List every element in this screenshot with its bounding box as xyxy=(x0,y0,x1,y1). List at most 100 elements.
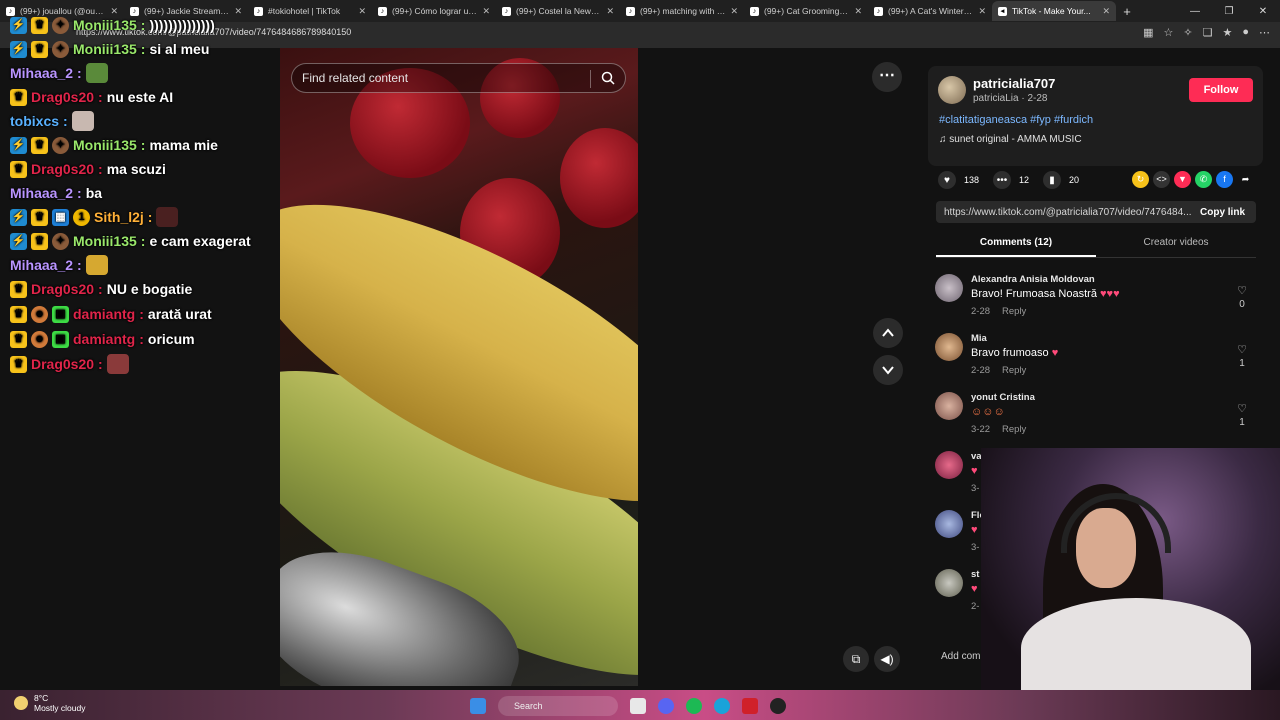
browser-tab[interactable]: ♪ (99+) A Cat's Winter Ad... ✕ xyxy=(868,1,992,21)
crown-badge-icon: ♛ xyxy=(31,208,48,226)
miniplayer-button[interactable]: ⧉ xyxy=(843,646,869,672)
close-icon[interactable]: ✕ xyxy=(482,6,490,17)
chat-username[interactable]: Drag0s20 xyxy=(31,161,94,177)
comment-like-button[interactable]: ♡ 1 xyxy=(1237,343,1247,369)
comment-item: Mia Bravo frumoaso ♥ 2-28 Reply ♡ 1 xyxy=(935,331,1255,387)
chat-username[interactable]: Mihaaa_2 xyxy=(10,185,73,201)
more-options-button[interactable]: ⋯ xyxy=(872,62,902,92)
comment-author[interactable]: st xyxy=(971,569,979,580)
comment-author[interactable]: Mia xyxy=(971,333,987,344)
favorite-star-icon[interactable]: ☆ xyxy=(1164,26,1174,39)
minimize-icon[interactable]: — xyxy=(1178,6,1212,17)
like-button[interactable]: ♥ 138 xyxy=(938,171,979,189)
close-icon[interactable]: ✕ xyxy=(730,6,738,17)
close-icon[interactable]: ✕ xyxy=(854,6,862,17)
reply-button[interactable]: Reply xyxy=(1002,424,1026,435)
chat-username[interactable]: Drag0s20 xyxy=(31,89,94,105)
post-hashtags[interactable]: #clatitatiganeasca #fyp #furdich xyxy=(939,114,1093,126)
chat-username[interactable]: Drag0s20 xyxy=(31,356,94,372)
comment-button[interactable]: ••• 12 xyxy=(993,171,1029,189)
chat-username[interactable]: Sith_l2j xyxy=(94,209,144,225)
discord-icon[interactable] xyxy=(658,698,674,714)
video-player[interactable] xyxy=(280,48,638,686)
post-sound[interactable]: ♫ sunet original - AMMA MUSIC xyxy=(939,134,1082,145)
new-tab-button[interactable]: + xyxy=(1116,4,1138,19)
volume-button[interactable]: ◀) xyxy=(874,646,900,672)
file-explorer-icon[interactable] xyxy=(630,698,646,714)
whatsapp-icon[interactable]: ✆ xyxy=(1195,171,1212,188)
chat-username[interactable]: tobixcs xyxy=(10,113,59,129)
extensions-icon[interactable]: ✧ xyxy=(1183,26,1192,39)
chat-username[interactable]: damiantg xyxy=(73,306,135,322)
comment-author[interactable]: Alexandra Anisia Moldovan xyxy=(971,274,1095,285)
share-icons: ↻ <> ▼ ✆ f ➦ xyxy=(1132,171,1254,188)
avatar[interactable] xyxy=(935,510,963,538)
maximize-icon[interactable]: ❐ xyxy=(1212,6,1246,17)
chat-username[interactable]: Mihaaa_2 xyxy=(10,65,73,81)
crown-badge-icon: ♛ xyxy=(31,136,48,154)
comment-meta: 2-28 Reply xyxy=(971,306,1027,317)
facebook-icon[interactable]: f xyxy=(1216,171,1233,188)
browser-tab[interactable]: ♪ (99+) Cómo lograr una... ✕ xyxy=(372,1,496,21)
read-mode-icon[interactable]: ▦ xyxy=(1143,26,1153,39)
send-icon[interactable]: ▼ xyxy=(1174,171,1191,188)
menu-icon[interactable]: ⋯ xyxy=(1259,26,1270,39)
avatar[interactable] xyxy=(938,76,966,104)
collections-icon[interactable]: ❏ xyxy=(1203,26,1213,39)
repost-icon[interactable]: ↻ xyxy=(1132,171,1149,188)
comment-author[interactable]: va xyxy=(971,451,982,462)
spotify-icon[interactable] xyxy=(686,698,702,714)
copy-link-button[interactable]: Copy link xyxy=(1192,207,1245,218)
chat-username[interactable]: Moniii135 xyxy=(73,17,137,33)
previous-video-button[interactable] xyxy=(873,318,903,348)
close-window-icon[interactable]: ✕ xyxy=(1246,6,1280,17)
favorites-icon[interactable]: ★ xyxy=(1222,26,1232,39)
follow-button[interactable]: Follow xyxy=(1189,78,1253,102)
comment-like-button[interactable]: ♡ 1 xyxy=(1237,402,1247,428)
browser-tab[interactable]: ♪(99+) Costel la New Rai...✕ xyxy=(496,1,620,21)
chat-username[interactable]: Mihaaa_2 xyxy=(10,257,73,273)
avatar[interactable] xyxy=(935,451,963,479)
search-icon[interactable] xyxy=(601,71,615,85)
share-arrow-icon[interactable]: ➦ xyxy=(1237,171,1254,188)
chat-username[interactable]: damiantg xyxy=(73,331,135,347)
next-video-button[interactable] xyxy=(873,355,903,385)
avatar[interactable] xyxy=(935,569,963,597)
vip-badge-icon: ⚡ xyxy=(10,208,27,226)
chat-username[interactable]: Moniii135 xyxy=(73,41,137,57)
weather-widget[interactable]: 8°C Mostly cloudy xyxy=(14,693,86,713)
save-button[interactable]: ▮ 20 xyxy=(1043,171,1079,189)
close-icon[interactable]: ✕ xyxy=(1102,6,1110,17)
app-icon[interactable] xyxy=(742,698,758,714)
comment-like-button[interactable]: ♡ 0 xyxy=(1237,284,1247,310)
chat-message: ♛ Drag0s20: ma scuzi xyxy=(10,158,166,180)
close-icon[interactable]: ✕ xyxy=(978,6,986,17)
tab-creator-videos[interactable]: Creator videos xyxy=(1096,234,1256,257)
chat-text: )))))))))))))) xyxy=(149,17,215,33)
browser-tab[interactable]: ♪(99+) Cat Grooming Go...✕ xyxy=(744,1,868,21)
avatar[interactable] xyxy=(935,274,963,302)
avatar[interactable] xyxy=(935,333,963,361)
post-username[interactable]: patricialia707 xyxy=(973,76,1055,91)
browser-tab-active[interactable]: ◂ TikTok - Make Your... ✕ xyxy=(992,1,1116,21)
close-icon[interactable]: ✕ xyxy=(358,6,366,17)
edge-icon[interactable] xyxy=(714,698,730,714)
taskbar-search[interactable]: Search xyxy=(498,696,618,716)
comment-author[interactable]: yonut Cristina xyxy=(971,392,1035,403)
chat-username[interactable]: Moniii135 xyxy=(73,137,137,153)
embed-icon[interactable]: <> xyxy=(1153,171,1170,188)
add-comment-input[interactable]: Add com xyxy=(935,644,985,670)
obs-icon[interactable] xyxy=(770,698,786,714)
windows-start-icon[interactable] xyxy=(470,698,486,714)
avatar[interactable] xyxy=(935,392,963,420)
chat-username[interactable]: Moniii135 xyxy=(73,233,137,249)
video-link[interactable]: https://www.tiktok.com/@patricialia707/v… xyxy=(936,207,1192,218)
close-icon[interactable]: ✕ xyxy=(606,6,614,17)
profile-icon[interactable]: ● xyxy=(1242,26,1249,39)
browser-tab[interactable]: ♪(99+) matching with the...✕ xyxy=(620,1,744,21)
find-related-search[interactable]: Find related content xyxy=(291,63,626,93)
chat-username[interactable]: Drag0s20 xyxy=(31,281,94,297)
reply-button[interactable]: Reply xyxy=(1002,365,1026,376)
tab-comments[interactable]: Comments (12) xyxy=(936,234,1096,257)
reply-button[interactable]: Reply xyxy=(1002,306,1026,317)
